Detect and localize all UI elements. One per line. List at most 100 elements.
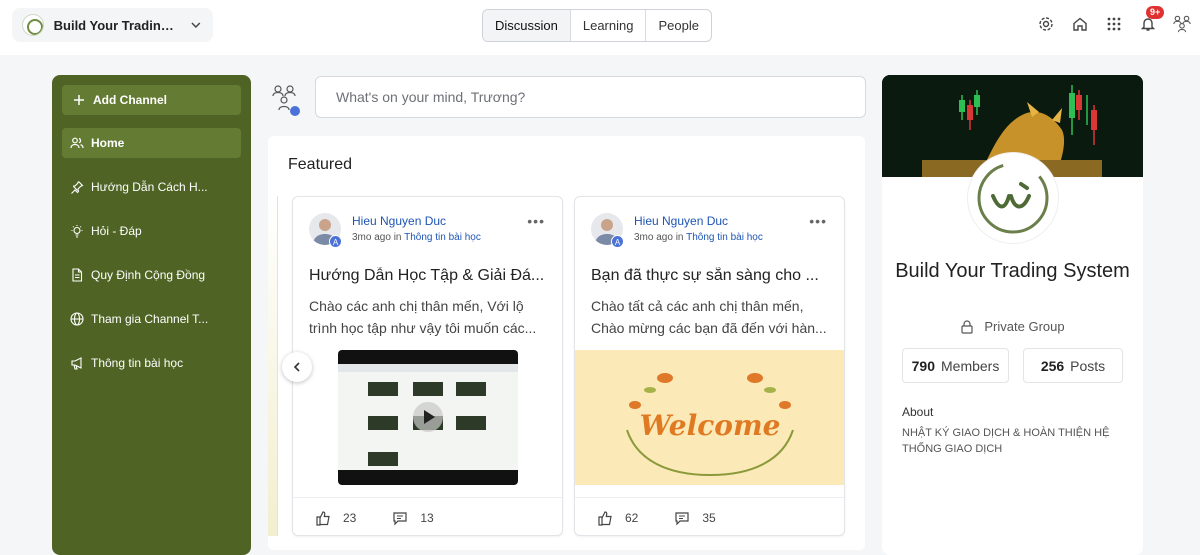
comment-icon [675, 511, 689, 525]
carousel-prev-button[interactable] [282, 352, 312, 382]
group-switcher[interactable]: Build Your Trading ... [12, 8, 213, 42]
post-composer-input[interactable]: What's on your mind, Trương? [315, 76, 866, 118]
people-icon [70, 137, 84, 149]
megaphone-icon [71, 357, 82, 370]
plus-icon [74, 95, 84, 105]
card-title[interactable]: Hướng Dẫn Học Tập & Giải Đá... [309, 267, 549, 285]
post-time: 3mo ago [634, 232, 673, 243]
sidebar-item-tham-gia[interactable]: Tham gia Channel T... [62, 304, 241, 334]
apps-grid-icon[interactable] [1104, 14, 1124, 34]
like-button[interactable]: 62 [597, 510, 638, 526]
excerpt-line: Chào tất cả các anh chị thân mến, [591, 298, 804, 314]
sidebar-item-label: Quy Định Cộng Đồng [91, 268, 206, 282]
previous-card-peek [268, 196, 278, 536]
posts-count: 256 [1040, 357, 1065, 374]
sidebar-item-label: Tham gia Channel T... [91, 312, 209, 326]
post-meta: 3mo ago in Thông tin bài học [352, 232, 481, 243]
sidebar-item-label: Thông tin bài học [91, 356, 184, 370]
top-icons: 9+ [1036, 6, 1192, 34]
like-count: 62 [625, 510, 639, 525]
card-footer: 62 35 [575, 497, 844, 535]
posts-label: Posts [1070, 357, 1106, 374]
sidebar-item-huong-dan[interactable]: Hướng Dẫn Cách H... [62, 172, 241, 202]
card-excerpt: Chào các anh chị thân mến, Với lộ trình … [309, 295, 549, 339]
lock-icon [961, 319, 973, 334]
pin-icon [71, 181, 84, 194]
author-name[interactable]: Hieu Nguyen Duc [352, 214, 446, 228]
members-count: 790 [911, 357, 935, 374]
lightbulb-icon [71, 225, 83, 238]
tab-people[interactable]: People [646, 10, 710, 41]
bell-icon[interactable]: 9+ [1138, 6, 1165, 34]
card-footer: 23 13 [293, 497, 562, 535]
posts-stat[interactable]: 256 Posts [1023, 348, 1123, 383]
composer-avatar [270, 83, 302, 117]
admin-badge: A [329, 235, 342, 248]
members-stat[interactable]: 790 Members [902, 348, 1009, 383]
comment-button[interactable]: 35 [674, 510, 716, 526]
sidebar-item-label: Hỏi - Đáp [91, 224, 142, 238]
excerpt-line: trình học tập như vậy tôi muốn các... [309, 320, 537, 336]
comment-button[interactable]: 13 [392, 510, 434, 526]
add-channel-button[interactable]: Add Channel [62, 85, 241, 115]
channel-sidebar: Add Channel Home Hướng Dẫn Cách H... Hỏi… [52, 75, 251, 555]
sidebar-item-thong-tin[interactable]: Thông tin bài học [62, 348, 241, 378]
thumbs-up-icon [598, 510, 612, 526]
user-avatar[interactable] [1172, 14, 1192, 34]
author-name[interactable]: Hieu Nguyen Duc [634, 214, 728, 228]
group-privacy-label: Private Group [984, 319, 1065, 334]
featured-card[interactable]: A Hieu Nguyen Duc 3mo ago in Thông tin b… [574, 196, 845, 536]
excerpt-line: Chào mừng các bạn đã đến với hàn... [591, 320, 827, 336]
group-switcher-label: Build Your Trading ... [53, 17, 176, 33]
composer-placeholder: What's on your mind, Trương? [336, 89, 526, 105]
post-channel-link[interactable]: Thông tin bài học [404, 232, 481, 243]
like-button[interactable]: 23 [315, 510, 356, 526]
group-logo [968, 153, 1058, 243]
chevron-down-icon [191, 22, 201, 29]
card-title[interactable]: Bạn đã thực sự sẵn sàng cho ... [591, 267, 831, 285]
video-thumbnail[interactable] [338, 350, 518, 485]
home-icon[interactable] [1070, 14, 1090, 34]
welcome-image-text: Welcome [640, 409, 781, 442]
thumbs-up-icon [316, 510, 330, 526]
comment-icon [393, 511, 407, 525]
sidebar-item-home[interactable]: Home [62, 128, 241, 158]
welcome-image[interactable]: Welcome [575, 350, 844, 485]
comment-count: 35 [702, 510, 716, 525]
sidebar-item-hoi-dap[interactable]: Hỏi - Đáp [62, 216, 241, 246]
admin-badge: A [611, 235, 624, 248]
gear-icon[interactable] [1036, 14, 1056, 34]
document-icon [72, 268, 83, 282]
tab-discussion[interactable]: Discussion [483, 10, 571, 41]
like-count: 23 [343, 510, 357, 525]
post-meta: 3mo ago in Thông tin bài học [634, 232, 763, 243]
more-options-icon[interactable]: ••• [809, 213, 827, 229]
chevron-left-icon [293, 362, 300, 372]
post-channel-link[interactable]: Thông tin bài học [686, 232, 763, 243]
notification-badge: 9+ [1146, 6, 1165, 19]
group-logo-icon [22, 14, 44, 36]
main-tabs: Discussion Learning People [482, 9, 712, 42]
post-in: in [675, 232, 684, 243]
tab-learning[interactable]: Learning [571, 10, 647, 41]
comment-count: 13 [420, 510, 434, 525]
add-channel-label: Add Channel [93, 93, 167, 107]
card-excerpt: Chào tất cả các anh chị thân mến, Chào m… [591, 295, 831, 339]
featured-title: Featured [288, 156, 353, 173]
card-header: A Hieu Nguyen Duc 3mo ago in Thông tin b… [309, 213, 549, 248]
featured-card[interactable]: A Hieu Nguyen Duc 3mo ago in Thông tin b… [292, 196, 563, 536]
featured-section: Featured A Hieu Nguyen Duc 3mo ago in Th… [268, 136, 865, 550]
globe-icon [70, 312, 84, 326]
more-options-icon[interactable]: ••• [527, 213, 545, 229]
card-header: A Hieu Nguyen Duc 3mo ago in Thông tin b… [591, 213, 831, 248]
group-name: Build Your Trading System [895, 260, 1130, 282]
post-time: 3mo ago [352, 232, 391, 243]
post-in: in [393, 232, 402, 243]
members-label: Members [941, 357, 1000, 374]
group-privacy: Private Group [882, 319, 1143, 334]
sidebar-item-quy-dinh[interactable]: Quy Định Cộng Đồng [62, 260, 241, 290]
excerpt-line: Chào các anh chị thân mến, Với lộ [309, 298, 524, 314]
sidebar-item-label: Hướng Dẫn Cách H... [91, 180, 208, 194]
sidebar-item-label: Home [91, 136, 125, 150]
group-info-panel: Build Your Trading System Private Group … [882, 75, 1143, 555]
